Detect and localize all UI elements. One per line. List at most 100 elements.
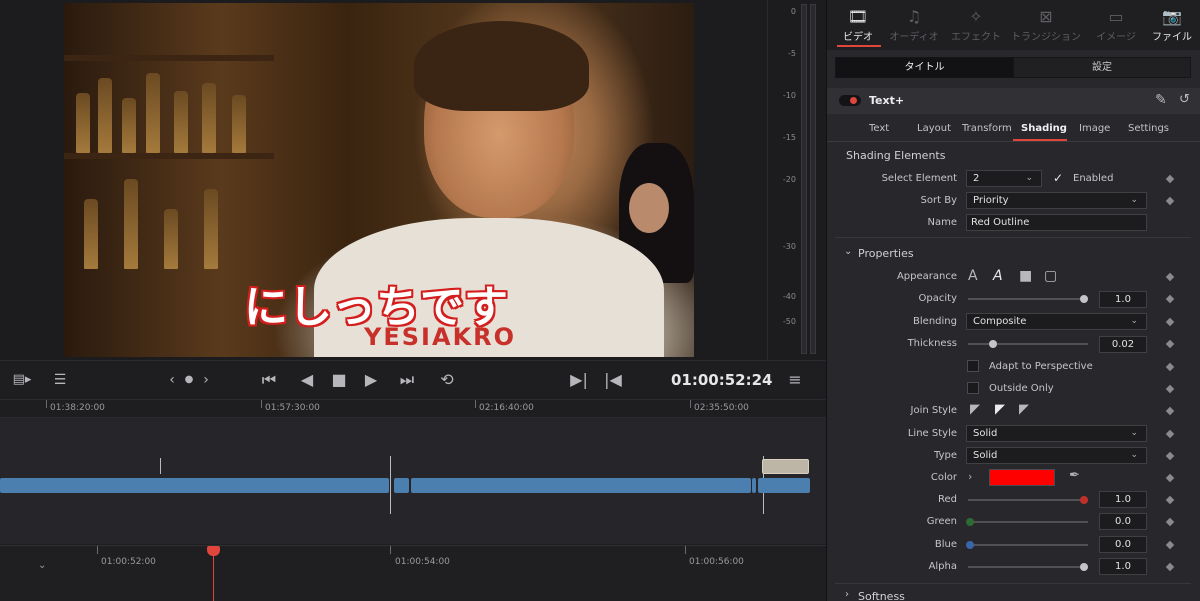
red-slider-knob[interactable] [1080, 496, 1088, 504]
keyframe-diamond[interactable] [1165, 473, 1175, 483]
keyframe-diamond[interactable] [1165, 406, 1175, 416]
viewer-mode-icon[interactable]: ▤▸ [10, 369, 34, 391]
thickness-field[interactable]: 0.02 [1099, 336, 1147, 353]
keyframe-diamond[interactable] [1165, 174, 1175, 184]
video-frame[interactable]: YESIAKRO にしっちです [64, 3, 694, 357]
mark-in-icon[interactable]: ▶| [570, 369, 588, 391]
video-clip[interactable] [411, 478, 751, 493]
enable-toggle[interactable] [839, 95, 861, 106]
subtitle-text[interactable]: にしっちです [244, 271, 508, 335]
chevron-right-icon[interactable]: › [845, 589, 849, 600]
timeline-ruler-lower[interactable]: ⌄ 01:00:52:00 01:00:54:00 01:00:56:00 [0, 545, 826, 601]
red-field[interactable]: 1.0 [1099, 491, 1147, 508]
keyframe-diamond[interactable] [1165, 540, 1175, 550]
timecode-display[interactable]: 01:00:52:24 [671, 371, 773, 389]
alpha-slider[interactable] [968, 566, 1088, 568]
sort-by-dropdown[interactable]: Priority ⌄ [966, 192, 1147, 209]
keyframe-diamond[interactable] [1165, 429, 1175, 439]
segment-settings[interactable]: 設定 [1013, 58, 1190, 77]
line-style-dropdown[interactable]: Solid ⌄ [966, 425, 1147, 442]
go-to-start-icon[interactable]: ⏮ [256, 369, 282, 391]
thickness-slider[interactable] [968, 343, 1088, 345]
type-dropdown[interactable]: Solid ⌄ [966, 447, 1147, 464]
sliders-icon[interactable]: ☰ [48, 369, 72, 391]
blue-slider-knob[interactable] [966, 541, 974, 549]
subtab-settings[interactable]: Settings [1128, 123, 1169, 134]
prev-marker-icon[interactable]: ‹ [164, 369, 180, 391]
tab-effects[interactable]: ✧ エフェクト [945, 6, 1007, 43]
keyframe-diamond[interactable] [1165, 384, 1175, 394]
keyframe-diamond[interactable] [1165, 362, 1175, 372]
appearance-border-outline-icon[interactable]: ▢ [1044, 268, 1057, 284]
video-clip[interactable] [394, 478, 409, 493]
alpha-field[interactable]: 1.0 [1099, 558, 1147, 575]
collapse-chevron-icon[interactable]: ⌄ [38, 560, 46, 571]
section-softness[interactable]: Softness [858, 590, 905, 601]
playhead[interactable] [213, 550, 214, 601]
green-slider[interactable] [968, 521, 1088, 523]
subtab-image[interactable]: Image [1079, 123, 1110, 134]
segment-title[interactable]: タイトル [836, 58, 1013, 77]
loop-icon[interactable]: ⟲ [434, 369, 460, 391]
chevron-right-icon[interactable]: › [968, 470, 972, 483]
video-clip[interactable] [758, 478, 810, 493]
play-icon[interactable]: ▶ [360, 369, 382, 391]
keyframe-diamond[interactable] [1165, 339, 1175, 349]
subtab-shading[interactable]: Shading [1021, 123, 1067, 134]
options-menu-icon[interactable]: ≡ [786, 369, 804, 391]
subtab-layout[interactable]: Layout [917, 123, 951, 134]
red-slider[interactable] [968, 499, 1088, 501]
join-bevel-icon[interactable]: ◤ [1019, 402, 1029, 417]
appearance-outline-icon[interactable]: A [993, 268, 1003, 284]
color-swatch[interactable] [989, 469, 1055, 486]
opacity-slider-knob[interactable] [1080, 295, 1088, 303]
keyframe-diamond[interactable] [1165, 196, 1175, 206]
green-field[interactable]: 0.0 [1099, 513, 1147, 530]
keyframe-diamond[interactable] [1165, 317, 1175, 327]
element-name-field[interactable]: Red Outline [966, 214, 1147, 231]
title-clip[interactable] [762, 459, 809, 474]
blending-dropdown[interactable]: Composite ⌄ [966, 313, 1147, 330]
enabled-checkbox[interactable]: ✓ [1053, 171, 1063, 185]
tab-image[interactable]: ▭ イメージ [1085, 6, 1147, 43]
marker-dot-icon[interactable]: ● [182, 369, 196, 391]
go-to-end-icon[interactable]: ⏭ [394, 369, 420, 391]
magic-wand-icon[interactable]: ✎ [1155, 92, 1167, 108]
video-clip[interactable] [752, 478, 756, 493]
subtab-transform[interactable]: Transform [962, 123, 1012, 134]
play-reverse-icon[interactable]: ◀ [296, 369, 318, 391]
outside-only-checkbox[interactable] [967, 382, 979, 394]
keyframe-diamond[interactable] [1165, 517, 1175, 527]
eyedropper-icon[interactable]: ✒ [1069, 468, 1080, 483]
select-element-dropdown[interactable]: 2 ⌄ [966, 170, 1042, 187]
tab-video[interactable]: 🎞 ビデオ [827, 6, 889, 43]
keyframe-diamond[interactable] [1165, 562, 1175, 572]
playhead-handle[interactable] [207, 546, 220, 556]
stop-icon[interactable]: ■ [328, 369, 350, 391]
video-clip[interactable] [0, 478, 389, 493]
next-marker-icon[interactable]: › [198, 369, 214, 391]
blue-slider[interactable] [968, 544, 1088, 546]
mark-out-icon[interactable]: |◀ [604, 369, 622, 391]
tab-audio[interactable]: ♫ オーディオ [883, 6, 945, 43]
keyframe-diamond[interactable] [1165, 495, 1175, 505]
reset-icon[interactable]: ↺ [1179, 92, 1190, 107]
keyframe-diamond[interactable] [1165, 294, 1175, 304]
timeline-tracks[interactable] [0, 418, 826, 544]
appearance-text-fill-icon[interactable]: A [968, 268, 978, 284]
chevron-down-icon[interactable]: ⌄ [844, 246, 852, 257]
appearance-border-fill-icon[interactable]: ■ [1019, 268, 1032, 284]
opacity-slider[interactable] [968, 298, 1088, 300]
blue-field[interactable]: 0.0 [1099, 536, 1147, 553]
tab-transition[interactable]: ⊠ トランジション [1011, 6, 1081, 43]
keyframe-diamond[interactable] [1165, 451, 1175, 461]
subtab-text[interactable]: Text [869, 123, 889, 134]
opacity-field[interactable]: 1.0 [1099, 291, 1147, 308]
adapt-perspective-checkbox[interactable] [967, 360, 979, 372]
join-miter-icon[interactable]: ◤ [970, 402, 980, 417]
timeline-ruler-upper[interactable]: 01:38:20:00 01:57:30:00 02:16:40:00 02:3… [0, 400, 826, 418]
join-round-icon[interactable]: ◤ [995, 402, 1005, 417]
tab-file[interactable]: 📷 ファイル [1141, 6, 1200, 43]
keyframe-diamond[interactable] [1165, 272, 1175, 282]
green-slider-knob[interactable] [966, 518, 974, 526]
